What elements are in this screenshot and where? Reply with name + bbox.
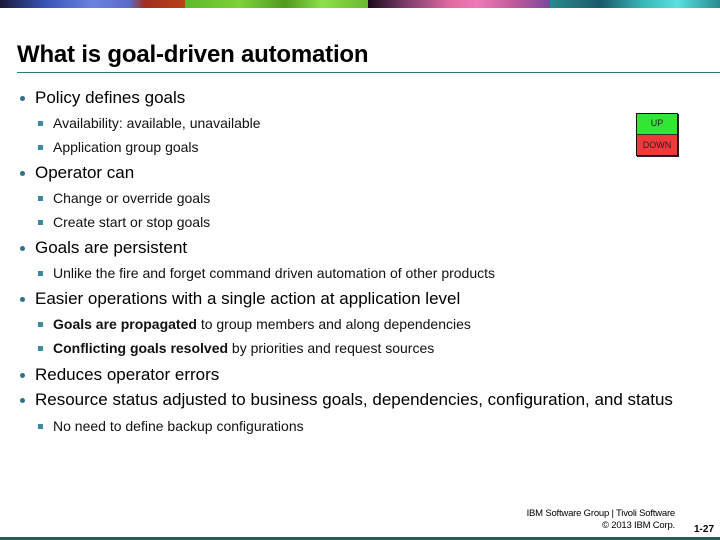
bullet-item: Operator can bbox=[35, 163, 135, 182]
bullet-icon bbox=[20, 246, 25, 251]
bullet-item: Resource status adjusted to business goa… bbox=[35, 390, 673, 409]
status-up-label: UP bbox=[637, 114, 677, 135]
sub-bullet-item: No need to define backup configurations bbox=[53, 418, 304, 434]
sub-bullet-icon bbox=[38, 145, 43, 150]
bullet-item: Reduces operator errors bbox=[35, 365, 220, 384]
bullet-item: Easier operations with a single action a… bbox=[35, 289, 461, 308]
bullet-icon bbox=[20, 297, 25, 302]
sub-bullet-item: Conflicting goals resolved by priorities… bbox=[53, 340, 434, 356]
sub-bullet-icon bbox=[38, 220, 43, 225]
banner-segment-globe bbox=[0, 0, 185, 8]
header-banner bbox=[0, 0, 720, 8]
slide-title: What is goal-driven automation bbox=[17, 41, 369, 68]
sub-bullet-icon bbox=[38, 322, 43, 327]
title-underline bbox=[17, 72, 720, 73]
banner-segment-green bbox=[185, 0, 368, 8]
sub-bullet-bold: Goals are propagated bbox=[53, 316, 197, 332]
sub-bullet-icon bbox=[38, 424, 43, 429]
bullet-item: Policy defines goals bbox=[35, 88, 186, 107]
sub-bullet-icon bbox=[38, 196, 43, 201]
bullet-icon bbox=[20, 171, 25, 176]
sub-bullet-item: Application group goals bbox=[53, 139, 199, 155]
sub-bullet-item: Unlike the fire and forget command drive… bbox=[53, 265, 496, 281]
sub-bullet-item: Create start or stop goals bbox=[53, 214, 211, 230]
sub-bullet-bold: Conflicting goals resolved bbox=[53, 340, 229, 356]
bullet-icon bbox=[20, 373, 25, 378]
banner-segment-pink bbox=[368, 0, 550, 8]
sub-bullet-icon bbox=[38, 121, 43, 126]
sub-bullet-item: Availability: available, unavailable bbox=[53, 115, 261, 131]
sub-bullet-text: to group members and along dependencies bbox=[196, 316, 471, 332]
sub-bullet-icon bbox=[38, 271, 43, 276]
sub-bullet-text: by priorities and request sources bbox=[228, 340, 435, 356]
bullet-icon bbox=[20, 398, 25, 403]
sub-bullet-item: Goals are propagated to group members an… bbox=[53, 316, 471, 332]
status-down-label: DOWN bbox=[637, 135, 677, 155]
sub-bullet-icon bbox=[38, 346, 43, 351]
status-indicator: UP DOWN bbox=[636, 113, 678, 156]
banner-segment-teal bbox=[550, 0, 720, 8]
footer-copyright: © 2013 IBM Corp. bbox=[602, 520, 675, 531]
sub-bullet-item: Change or override goals bbox=[53, 190, 211, 206]
page-number: 1-27 bbox=[693, 524, 714, 535]
footer-group: IBM Software Group | Tivoli Software bbox=[526, 508, 676, 519]
bullet-icon bbox=[20, 96, 25, 101]
bullet-item: Goals are persistent bbox=[35, 238, 188, 257]
